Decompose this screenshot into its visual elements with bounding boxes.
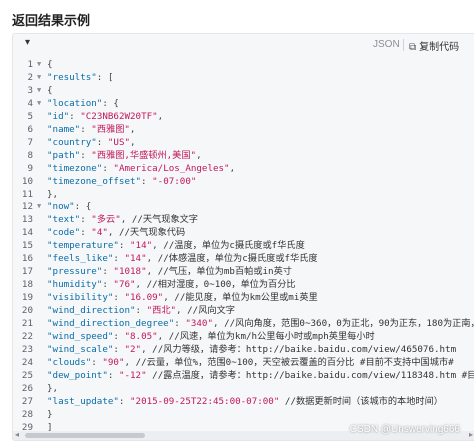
line-number: 22 — [21, 330, 33, 342]
code-block: ▾ JSON ⧉ 复制代码 1 ▼ {2 ▼ "results": [ 3 ▼ {4 ▼ "l… — [12, 33, 474, 441]
line-number: 26 — [21, 382, 33, 394]
code-text: "id": "C23NB62W20TF", — [47, 110, 164, 122]
code-text: "wind_direction_degree": "340", //风向角度，范… — [47, 318, 474, 329]
code-text: "code": "4", //天气现象代码 — [47, 227, 186, 239]
line-number: 1 — [27, 59, 33, 70]
code-text: "clouds": "90", //云量，单位%，范围0~100，天空被云覆盖的… — [47, 356, 454, 368]
code-text: "last_update": "2015-09-25T22:45:00-07:0… — [47, 395, 443, 407]
code-text: "timezone_offset": "-07:00" — [47, 175, 197, 187]
code-text: "timezone": "America/Los_Angeles", — [47, 162, 236, 174]
code-text: "country": "US", — [47, 136, 136, 148]
line-number: 28 — [21, 408, 33, 420]
language-label: JSON — [373, 39, 400, 50]
code-text: } — [47, 408, 53, 420]
line-number: 19 — [21, 292, 33, 304]
code-text: }, — [47, 382, 59, 394]
line-number: 2 — [27, 71, 33, 83]
code-text: "dew_point": "-12" //露点温度，请参考：http://bai… — [47, 369, 474, 381]
code-text: "feels_like": "14", //体感温度，单位为c摄氏度或f华氏度 — [47, 253, 318, 265]
line-number: 18 — [21, 279, 33, 291]
code-text: { — [47, 59, 53, 70]
code-text: "humidity": "76", //相对湿度，0~100，单位为百分比 — [47, 279, 296, 291]
scroll-left-icon[interactable]: ◂ — [15, 430, 19, 439]
code-text: "text": "多云", //天气现象文字 — [47, 214, 198, 226]
line-number: 24 — [21, 356, 33, 368]
chevron-down-icon[interactable]: ▾ — [25, 37, 30, 48]
code-text: "name": "西雅图", — [47, 123, 136, 135]
code-text: "location": { — [47, 97, 119, 109]
code-text: "pressure": "1018", //气压，单位为mb百帕或in英寸 — [47, 266, 292, 278]
code-text: "results": [ — [47, 71, 114, 83]
code-text: "wind_scale": "2", //风力等级，请参考：http://bai… — [47, 343, 457, 355]
watermark: CSDN @Unswerving666 — [349, 424, 460, 435]
fold-toggle-icon[interactable]: ▼ — [37, 84, 41, 97]
line-number: 25 — [21, 369, 33, 381]
code-text: "path": "西雅图,华盛顿州,美国", — [47, 149, 202, 161]
line-number: 15 — [21, 240, 33, 252]
line-number: 6 — [27, 123, 33, 135]
line-number: 21 — [21, 318, 33, 329]
code-text: "visibility": "16.09", //能见度，单位为km公里或mi英… — [47, 292, 318, 304]
copy-code-button[interactable]: ⧉ 复制代码 — [409, 38, 459, 53]
line-number: 8 — [27, 149, 33, 161]
line-number: 7 — [27, 136, 33, 148]
line-number: 27 — [21, 395, 33, 407]
line-number: 12 — [21, 201, 33, 213]
scroll-right-icon[interactable]: ▸ — [469, 430, 473, 439]
line-number: 17 — [21, 266, 33, 278]
scrollbar-thumb[interactable] — [25, 433, 145, 438]
section-title: 返回结果示例 — [12, 13, 91, 28]
line-number: 5 — [27, 110, 33, 122]
line-number: 3 — [27, 84, 33, 96]
line-number: 10 — [21, 175, 33, 187]
fold-toggle-icon[interactable]: ▼ — [37, 97, 41, 110]
line-number: 13 — [21, 214, 33, 226]
code-lines: 1 ▼{2 ▼ "results": [3 ▼ {4 ▼ "location": {5 … — [13, 58, 474, 440]
line-number: 16 — [21, 253, 33, 265]
fold-toggle-icon[interactable]: ▼ — [37, 200, 41, 213]
line-number: 14 — [21, 227, 33, 239]
code-text: "wind_direction": "西北", //风向文字 — [47, 305, 235, 317]
fold-toggle-icon[interactable]: ▼ — [37, 71, 41, 84]
copy-icon: ⧉ — [409, 42, 417, 53]
code-text: }, — [47, 188, 59, 200]
line-number: 20 — [21, 305, 33, 317]
code-toolbar: ▾ JSON ⧉ 复制代码 — [13, 34, 474, 56]
line-number: 23 — [21, 343, 33, 355]
line-number: 4 — [27, 97, 33, 109]
line-number: 11 — [21, 188, 33, 200]
copy-code-label: 复制代码 — [419, 42, 460, 53]
toolbar-divider — [403, 39, 404, 51]
code-text: "now": { — [47, 201, 92, 213]
code-text: { — [47, 84, 53, 96]
line-number: 9 — [27, 162, 33, 174]
fold-toggle-icon[interactable]: ▼ — [37, 58, 41, 71]
code-text: "temperature": "14", //温度，单位为c摄氏度或f华氏度 — [47, 240, 305, 252]
code-text: "wind_speed": "8.05", //风速，单位为km/h公里每小时或… — [47, 330, 375, 342]
